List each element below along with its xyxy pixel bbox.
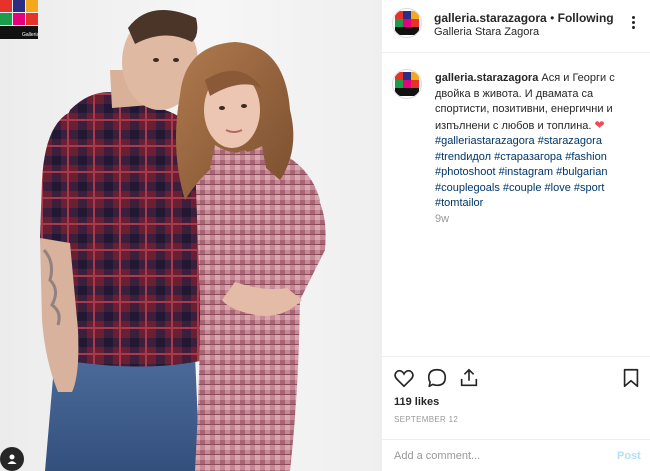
hashtag-link[interactable]: #instagram [499, 166, 553, 178]
galleria-avatar-icon [395, 11, 419, 35]
header-separator: • [550, 11, 555, 25]
likes-count[interactable]: 119 likes [394, 396, 439, 408]
hashtag-link[interactable]: #couple [503, 182, 542, 194]
caption-time-ago[interactable]: 9w [435, 213, 449, 225]
caption-text: galleria.starazagora Ася и Георги с двой… [435, 71, 646, 212]
comment-input[interactable] [394, 446, 604, 466]
post-photo[interactable]: Galleria [0, 0, 381, 471]
share-icon[interactable] [458, 367, 480, 389]
header-username[interactable]: galleria.starazagora [434, 11, 547, 25]
comment-icon[interactable] [426, 367, 448, 389]
post-header: galleria.starazagora • Following Galleri… [382, 0, 650, 53]
heart-emoji: ❤ [594, 117, 605, 132]
post-details-panel: galleria.starazagora • Following Galleri… [381, 0, 650, 471]
galleria-avatar-icon [395, 72, 419, 96]
hashtag-link[interactable]: #love [545, 182, 571, 194]
heart-icon[interactable] [393, 367, 415, 389]
hashtag-link[interactable]: #sport [574, 182, 605, 194]
caption-avatar[interactable] [392, 69, 422, 99]
galleria-logo: Galleria [0, 0, 38, 39]
hashtag-link[interactable]: #starazagora [538, 135, 602, 147]
hashtag-link[interactable]: #trendидол [435, 151, 491, 163]
couple-photo-illustration [40, 10, 326, 471]
bookmark-icon[interactable] [620, 367, 642, 389]
follow-status[interactable]: Following [558, 11, 614, 25]
hashtag-link[interactable]: #fashion [565, 151, 607, 163]
hashtag-link[interactable]: #tomtailor [435, 197, 483, 209]
galleria-logo-label: Galleria [22, 32, 38, 38]
hashtag-link[interactable]: #photoshoot [435, 166, 496, 178]
hashtag-link[interactable]: #старазагора [494, 151, 562, 163]
post-comment-button[interactable]: Post [617, 450, 641, 462]
location-link[interactable]: Galleria Stara Zagora [434, 26, 539, 38]
hashtag-link[interactable]: #couplegoals [435, 182, 500, 194]
more-options-icon[interactable] [626, 16, 640, 30]
avatar[interactable] [392, 8, 422, 38]
tagged-people-icon[interactable] [0, 447, 24, 471]
hashtag-link[interactable]: #bulgarian [556, 166, 607, 178]
action-bar [382, 358, 650, 396]
post-date: SEPTEMBER 12 [394, 415, 459, 424]
hashtag-link[interactable]: #galleriastarazagora [435, 135, 535, 147]
caption-username[interactable]: galleria.starazagora [435, 72, 538, 84]
caption-section: galleria.starazagora Ася и Георги с двой… [382, 53, 650, 357]
comment-bar: Post [382, 439, 650, 471]
